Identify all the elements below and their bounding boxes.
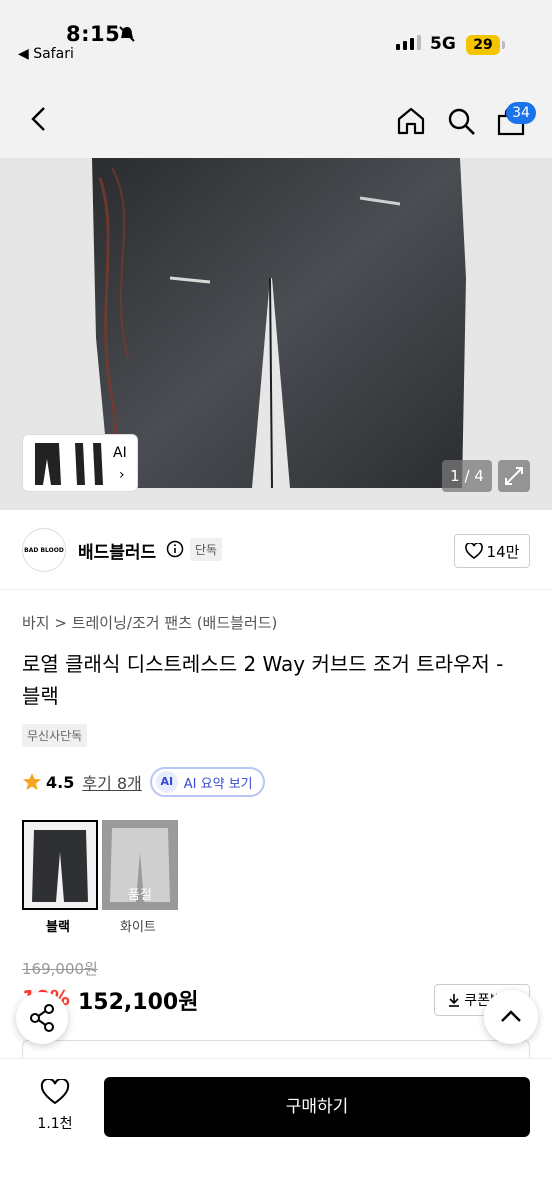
chevron-right-icon: ›: [119, 467, 125, 483]
star-icon: [23, 773, 41, 790]
buy-button[interactable]: 구매하기: [104, 1077, 530, 1137]
benefit-row: [22, 1040, 530, 1060]
option-label-white: 화이트: [120, 920, 156, 935]
signal-icon: [396, 34, 421, 50]
wishlist-count: 1.1천: [37, 1116, 73, 1132]
brand-like-button[interactable]: 14만: [454, 534, 530, 568]
color-option-white[interactable]: 품절: [102, 820, 178, 910]
back-arrow-icon[interactable]: [24, 104, 54, 134]
ai-badge: AI: [155, 771, 178, 793]
brand-like-count: 14만: [486, 542, 520, 561]
rating-row: 4.5 후기 8개 AI AI 요약 보기: [22, 766, 265, 798]
info-icon[interactable]: [166, 540, 184, 558]
brand-name[interactable]: 배드블러드: [78, 538, 156, 563]
sold-out-label: 품절: [128, 888, 152, 903]
status-bar: 8:15 ◀ Safari 5G 29: [0, 0, 552, 74]
battery-icon: 29: [466, 35, 500, 55]
ai-gallery-label: AI: [113, 445, 127, 461]
home-icon[interactable]: [396, 106, 426, 136]
musinsa-exclusive-tag: 무신사단독: [22, 724, 88, 747]
ai-summary-button[interactable]: AI AI 요약 보기: [149, 767, 265, 797]
bottom-action-bar: 1.1천 구매하기: [0, 1058, 552, 1200]
product-gallery[interactable]: AI › 1 / 4: [0, 158, 552, 510]
battery-tip: [502, 41, 505, 49]
gallery-thumbnail-strip[interactable]: AI ›: [22, 434, 138, 492]
share-button[interactable]: [16, 992, 68, 1044]
scroll-top-button[interactable]: [484, 990, 538, 1044]
ai-summary-label: AI 요약 보기: [183, 776, 253, 792]
breadcrumb[interactable]: 바지 > 트레이닝/조거 팬츠 (배드블러드): [22, 612, 277, 633]
brand-row[interactable]: BAD BLOOD 배드블러드 단독 14만: [0, 510, 552, 590]
reviews-link[interactable]: 후기 8개: [82, 770, 141, 794]
wishlist-button[interactable]: 1.1천: [30, 1077, 80, 1133]
clock: 8:15: [66, 22, 121, 46]
thumbnail-image: [35, 443, 103, 485]
heart-icon: [40, 1077, 70, 1105]
heart-icon: [464, 543, 483, 559]
search-icon[interactable]: [446, 106, 476, 136]
network-type: 5G: [430, 34, 456, 54]
rating-score: 4.5: [46, 772, 75, 792]
option-label-black: 블랙: [46, 920, 70, 935]
option-image-black: [24, 822, 96, 908]
original-price: 169,000원: [22, 960, 98, 978]
chevron-up-icon: [501, 1010, 521, 1022]
gallery-counter: 1 / 4: [442, 460, 492, 492]
product-title: 로열 클래식 디스트레스드 2 Way 커브드 조거 트라우저 - 블랙: [22, 652, 504, 708]
color-option-black[interactable]: [22, 820, 98, 910]
exclusive-badge: 단독: [190, 538, 223, 561]
share-icon: [30, 1004, 54, 1032]
expand-icon[interactable]: [498, 460, 530, 492]
top-nav: 34: [0, 74, 552, 158]
back-to-app-link[interactable]: ◀ Safari: [18, 46, 74, 62]
cart-count-badge: 34: [506, 102, 536, 124]
sale-price: 152,100원: [78, 990, 199, 1015]
download-icon: [449, 994, 460, 1007]
brand-logo[interactable]: BAD BLOOD: [22, 528, 66, 572]
mute-bell-icon: [119, 26, 135, 42]
